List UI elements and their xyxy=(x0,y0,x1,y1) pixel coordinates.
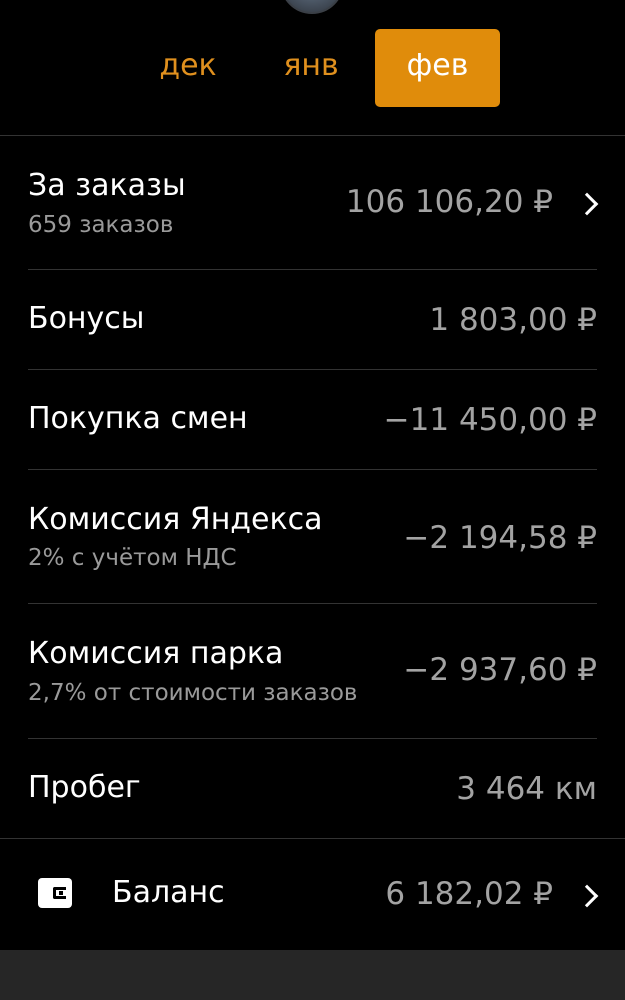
mileage-row: Пробег 3 464 км xyxy=(0,739,625,838)
mileage-title: Пробег xyxy=(28,770,141,805)
balance-value: 6 182,02 ₽ xyxy=(385,876,553,912)
chevron-right-icon xyxy=(575,884,599,908)
balance-title: Баланс xyxy=(112,875,225,910)
bonuses-row: Бонусы 1 803,00 ₽ xyxy=(0,270,625,369)
park-commission-row: Комиссия парка 2,7% от стоимости заказов… xyxy=(0,604,625,738)
balance-row[interactable]: Баланс 6 182,02 ₽ xyxy=(0,839,625,950)
mileage-value: 3 464 км xyxy=(456,771,597,807)
chevron-right-icon xyxy=(575,192,599,216)
yandex-commission-value: −2 194,58 ₽ xyxy=(403,520,597,556)
bonuses-value: 1 803,00 ₽ xyxy=(429,302,597,338)
yandex-commission-row: Комиссия Яндекса 2% с учётом НДС −2 194,… xyxy=(0,470,625,603)
tab-feb[interactable]: фев xyxy=(375,29,500,107)
month-tabs: дек янв фев xyxy=(0,29,625,107)
bottom-panel xyxy=(0,950,625,1000)
yandex-commission-subtitle: 2% с учётом НДС xyxy=(28,545,237,571)
shifts-row: Покупка смен −11 450,00 ₽ xyxy=(0,370,625,469)
avatar[interactable] xyxy=(280,0,344,14)
orders-title: За заказы xyxy=(28,168,186,203)
park-commission-title: Комиссия парка xyxy=(28,636,284,671)
orders-row[interactable]: За заказы 659 заказов 106 106,20 ₽ xyxy=(0,136,625,269)
shifts-value: −11 450,00 ₽ xyxy=(383,402,597,438)
shifts-title: Покупка смен xyxy=(28,401,248,436)
orders-value: 106 106,20 ₽ xyxy=(345,184,553,220)
bonuses-title: Бонусы xyxy=(28,301,145,336)
tab-dec[interactable]: дек xyxy=(145,29,231,107)
park-commission-value: −2 937,60 ₽ xyxy=(403,652,597,688)
yandex-commission-title: Комиссия Яндекса xyxy=(28,502,323,537)
park-commission-subtitle: 2,7% от стоимости заказов xyxy=(28,680,358,706)
orders-count: 659 заказов xyxy=(28,212,174,238)
tab-jan[interactable]: янв xyxy=(268,29,354,107)
